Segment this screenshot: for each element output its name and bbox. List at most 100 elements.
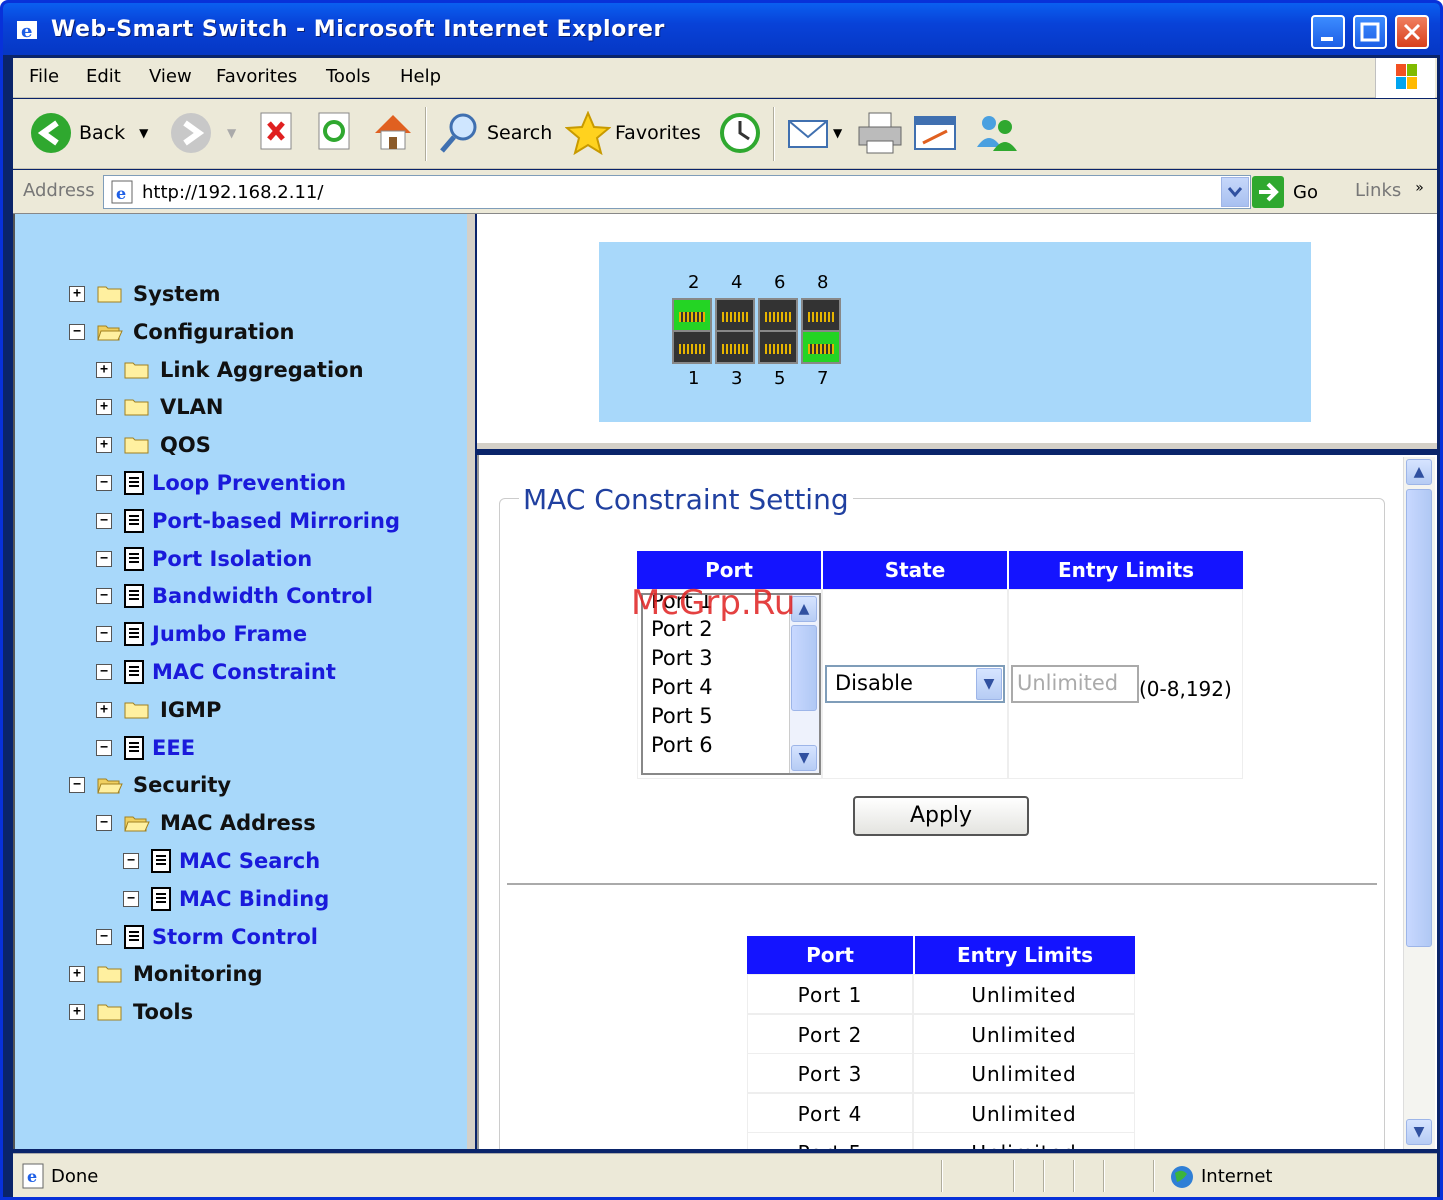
expand-icon[interactable]: + (96, 437, 112, 454)
scroll-down-icon[interactable]: ▼ (1406, 1119, 1432, 1145)
back-button[interactable]: Back ▼ (29, 111, 148, 155)
menu-tools[interactable]: Tools (326, 66, 370, 87)
home-button[interactable] (371, 111, 415, 153)
maximize-button[interactable] (1353, 15, 1387, 49)
search-button[interactable]: Search (437, 111, 552, 155)
expand-icon[interactable]: + (69, 966, 85, 983)
menu-favorites[interactable]: Favorites (216, 66, 297, 87)
scrollbar-thumb[interactable] (791, 625, 817, 711)
document-icon (124, 508, 144, 533)
links-button[interactable]: Links» (1355, 180, 1424, 201)
collapse-icon[interactable]: − (96, 512, 112, 529)
menu-view[interactable]: View (149, 66, 192, 87)
port-option[interactable]: Port 4 (651, 675, 713, 699)
collapse-icon[interactable]: − (96, 626, 112, 643)
port-pins (765, 312, 791, 322)
scroll-down-icon[interactable]: ▼ (791, 745, 817, 771)
collapse-icon[interactable]: − (123, 890, 139, 907)
ethernet-port-icon[interactable] (801, 330, 841, 364)
tree-item-security[interactable]: − Security (69, 771, 231, 799)
tree-item-jumbo-frame[interactable]: − Jumbo Frame (96, 620, 307, 648)
port-status-frame: 2 4 6 8 1 3 5 7 (477, 214, 1437, 449)
tree-item-label: Configuration (133, 319, 295, 344)
ethernet-port-icon[interactable] (715, 330, 755, 364)
menu-file[interactable]: File (29, 66, 59, 87)
page-scrollbar[interactable]: ▲ ▼ (1403, 457, 1435, 1149)
tree-item-system[interactable]: + System (69, 280, 220, 308)
go-button[interactable]: Go (1251, 175, 1318, 209)
tree-item-mac-search[interactable]: − MAC Search (123, 847, 320, 875)
tree-item-monitoring[interactable]: + Monitoring (69, 960, 262, 988)
close-button[interactable] (1395, 15, 1429, 49)
back-dropdown-icon[interactable]: ▼ (139, 126, 148, 140)
scroll-up-icon[interactable]: ▲ (1406, 459, 1432, 485)
tree-item-qos[interactable]: + QOS (96, 431, 211, 459)
address-dropdown-button[interactable] (1221, 177, 1249, 207)
folder-icon (97, 1004, 122, 1021)
edit-button[interactable] (913, 111, 959, 155)
tree-item-mac-constraint[interactable]: − MAC Constraint (96, 658, 336, 686)
apply-button[interactable]: Apply (853, 796, 1029, 836)
collapse-icon[interactable]: − (96, 475, 112, 491)
ethernet-port-icon[interactable] (758, 298, 798, 332)
search-icon (440, 113, 477, 153)
summary-limit-cell: Unlimited (971, 1062, 1077, 1086)
ethernet-port-icon[interactable] (672, 330, 712, 364)
collapse-icon[interactable]: − (96, 550, 112, 567)
tree-item-loop-prevention[interactable]: − Loop Prevention (96, 469, 346, 497)
collapse-icon[interactable]: − (123, 853, 139, 869)
tree-item-storm-control[interactable]: − Storm Control (96, 923, 318, 951)
expand-icon[interactable]: + (69, 1004, 85, 1021)
ethernet-port-icon[interactable] (758, 330, 798, 364)
tree-item-eee[interactable]: − EEE (96, 734, 195, 762)
collapse-icon[interactable]: − (69, 323, 85, 340)
ethernet-port-icon[interactable] (715, 298, 755, 332)
favorites-button[interactable]: Favorites (565, 111, 701, 155)
menu-help[interactable]: Help (400, 66, 441, 87)
state-select[interactable]: Disable ▼ (825, 665, 1005, 703)
port-option[interactable]: Port 6 (651, 733, 713, 757)
port-option[interactable]: Port 5 (651, 704, 713, 728)
ethernet-port-icon[interactable] (801, 298, 841, 332)
tree-item-label: MAC Constraint (152, 660, 336, 684)
mail-dropdown-icon[interactable]: ▼ (833, 126, 842, 140)
collapse-icon[interactable]: − (96, 928, 112, 945)
history-button[interactable] (717, 111, 763, 155)
collapse-icon[interactable]: − (96, 664, 112, 680)
tree-item-port-isolation[interactable]: − Port Isolation (96, 545, 312, 573)
edit-page-icon (914, 116, 956, 150)
minimize-button[interactable] (1311, 15, 1345, 49)
expand-icon[interactable]: + (69, 286, 85, 302)
ethernet-port-icon[interactable] (672, 298, 712, 332)
chevron-down-icon[interactable]: ▼ (976, 668, 1002, 700)
tree-item-bandwidth-control[interactable]: − Bandwidth Control (96, 582, 373, 610)
tree-item-configuration[interactable]: − Configuration (69, 318, 294, 346)
tree-item-link-aggregation[interactable]: + Link Aggregation (96, 356, 364, 384)
collapse-icon[interactable]: − (96, 739, 112, 756)
tree-item-port-based-mirroring[interactable]: − Port-based Mirroring (96, 507, 400, 535)
port-option[interactable]: Port 3 (651, 646, 713, 670)
scrollbar-thumb[interactable] (1406, 489, 1432, 947)
address-input[interactable]: e http://192.168.2.11/ (103, 175, 1251, 209)
mail-button[interactable]: ▼ (787, 111, 842, 155)
expand-icon[interactable]: + (96, 399, 112, 416)
tree-item-mac-binding[interactable]: − MAC Binding (123, 885, 329, 913)
tree-item-igmp[interactable]: + IGMP (96, 696, 221, 724)
entry-limit-input[interactable]: Unlimited (1011, 665, 1139, 703)
forward-dropdown-icon[interactable]: ▼ (227, 126, 236, 140)
forward-button[interactable]: ▼ (169, 111, 236, 155)
collapse-icon[interactable]: − (96, 815, 112, 832)
print-button[interactable] (857, 111, 903, 155)
menu-edit[interactable]: Edit (86, 66, 121, 87)
tree-item-tools[interactable]: + Tools (69, 998, 193, 1026)
expand-icon[interactable]: + (96, 361, 112, 378)
tree-item-mac-address[interactable]: − MAC Address (96, 809, 316, 837)
messenger-button[interactable] (971, 111, 1021, 155)
port-pins (808, 312, 834, 322)
stop-button[interactable] (259, 111, 295, 153)
expand-icon[interactable]: + (96, 701, 112, 718)
tree-item-vlan[interactable]: + VLAN (96, 393, 223, 421)
refresh-button[interactable] (317, 111, 353, 153)
collapse-icon[interactable]: − (69, 777, 85, 794)
collapse-icon[interactable]: − (96, 588, 112, 605)
